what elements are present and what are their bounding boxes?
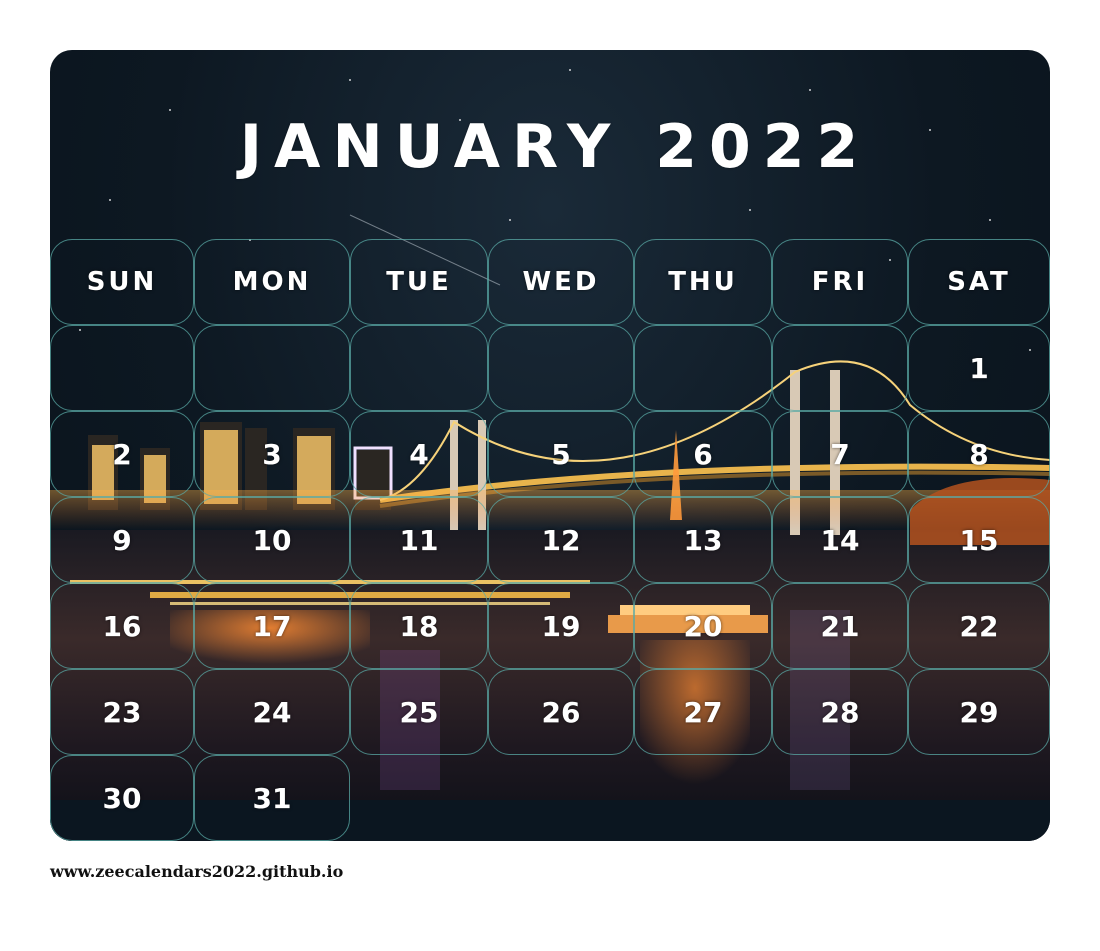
day-cell: 13 [634, 497, 772, 583]
day-cell: 29 [908, 669, 1050, 755]
empty-slot [634, 755, 772, 841]
weekday-header-thu: THU [634, 239, 772, 325]
day-cell [488, 325, 634, 411]
day-cell: 1 [908, 325, 1050, 411]
day-cell: 7 [772, 411, 908, 497]
day-cell: 5 [488, 411, 634, 497]
day-cell [194, 325, 350, 411]
day-cell: 16 [50, 583, 194, 669]
day-cell [634, 325, 772, 411]
day-cell: 18 [350, 583, 488, 669]
empty-slot [488, 755, 634, 841]
empty-slot [350, 755, 488, 841]
day-cell: 19 [488, 583, 634, 669]
day-cell: 26 [488, 669, 634, 755]
weekday-header-wed: WED [488, 239, 634, 325]
day-cell: 17 [194, 583, 350, 669]
weekday-header-tue: TUE [350, 239, 488, 325]
day-cell: 24 [194, 669, 350, 755]
calendar-title: JANUARY 2022 [239, 112, 871, 182]
day-cell: 15 [908, 497, 1050, 583]
calendar-card: JANUARY 2022 SUN MON TUE WED THU FRI SAT… [50, 50, 1050, 841]
day-cell: 22 [908, 583, 1050, 669]
calendar-grid: SUN MON TUE WED THU FRI SAT 1 2 3 4 5 6 … [50, 239, 1050, 841]
day-cell: 3 [194, 411, 350, 497]
day-cell: 20 [634, 583, 772, 669]
weekday-header-mon: MON [194, 239, 350, 325]
weekday-header-sat: SAT [908, 239, 1050, 325]
day-cell: 10 [194, 497, 350, 583]
day-cell: 11 [350, 497, 488, 583]
day-cell: 6 [634, 411, 772, 497]
day-cell: 28 [772, 669, 908, 755]
day-cell: 2 [50, 411, 194, 497]
empty-slot [908, 755, 1050, 841]
footer-url: www.zeecalendars2022.github.io [50, 862, 344, 881]
day-cell: 31 [194, 755, 350, 841]
day-cell: 12 [488, 497, 634, 583]
day-cell: 25 [350, 669, 488, 755]
day-cell: 21 [772, 583, 908, 669]
day-cell: 14 [772, 497, 908, 583]
day-cell [350, 325, 488, 411]
day-cell: 8 [908, 411, 1050, 497]
day-cell: 9 [50, 497, 194, 583]
weekday-header-sun: SUN [50, 239, 194, 325]
day-cell [50, 325, 194, 411]
day-cell: 23 [50, 669, 194, 755]
day-cell [772, 325, 908, 411]
day-cell: 30 [50, 755, 194, 841]
empty-slot [772, 755, 908, 841]
day-cell: 27 [634, 669, 772, 755]
day-cell: 4 [350, 411, 488, 497]
weekday-header-fri: FRI [772, 239, 908, 325]
